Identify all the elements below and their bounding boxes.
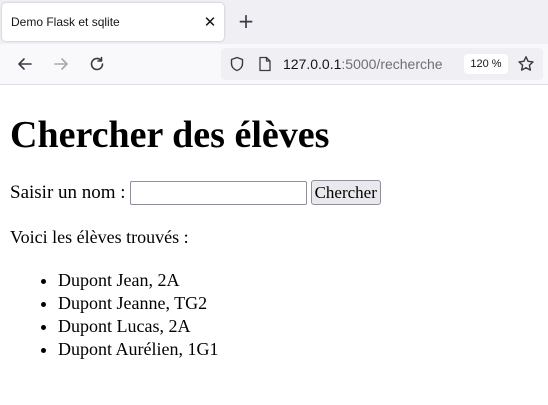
back-arrow-icon[interactable]	[14, 53, 36, 75]
results-list: Dupont Jean, 2A Dupont Jeanne, TG2 Dupon…	[10, 269, 218, 361]
zoom-badge[interactable]: 120 %	[464, 54, 508, 74]
list-item: Dupont Jean, 2A	[58, 269, 218, 292]
search-form: Saisir un nom : Chercher	[10, 180, 381, 205]
tab-strip: Demo Flask et sqlite ✕ +	[0, 0, 548, 44]
list-item: Dupont Aurélien, 1G1	[58, 338, 218, 361]
url-path: :5000/recherche	[341, 56, 443, 72]
new-tab-icon[interactable]: +	[235, 9, 257, 33]
search-input[interactable]	[129, 180, 307, 205]
page-icon[interactable]	[258, 56, 272, 72]
list-item: Dupont Jeanne, TG2	[58, 292, 218, 315]
nav-bar: 127.0.0.1:5000/recherche 120 %	[0, 44, 548, 85]
browser-tab[interactable]: Demo Flask et sqlite ✕	[2, 3, 224, 41]
forward-arrow-icon[interactable]	[50, 53, 72, 75]
url-text[interactable]: 127.0.0.1:5000/recherche	[283, 56, 443, 72]
shield-icon[interactable]	[229, 56, 245, 72]
list-item: Dupont Lucas, 2A	[58, 315, 218, 338]
tab-title: Demo Flask et sqlite	[11, 15, 120, 29]
close-tab-icon[interactable]: ✕	[200, 12, 220, 32]
search-button[interactable]: Chercher	[310, 180, 381, 205]
reload-icon[interactable]	[86, 53, 108, 75]
search-label: Saisir un nom :	[10, 181, 126, 203]
bookmark-star-icon[interactable]	[517, 55, 535, 73]
url-host: 127.0.0.1	[283, 56, 342, 72]
url-bar[interactable]: 127.0.0.1:5000/recherche 120 %	[221, 48, 543, 80]
results-label: Voici les élèves trouvés :	[10, 227, 189, 247]
page-title: Chercher des élèves	[10, 114, 330, 156]
